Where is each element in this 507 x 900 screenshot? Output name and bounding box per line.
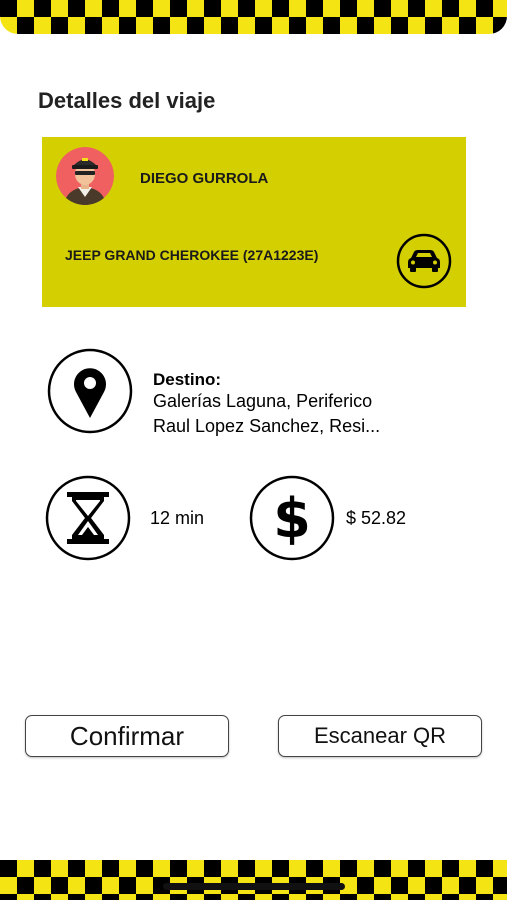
scan-qr-button[interactable]: Escanear QR — [278, 715, 482, 757]
checkered-footer-banner — [0, 860, 507, 900]
page-title: Detalles del viaje — [38, 88, 216, 113]
confirm-button[interactable]: Confirmar — [25, 715, 229, 757]
location-pin-icon — [47, 348, 133, 434]
dollar-icon: $ — [249, 475, 335, 561]
hourglass-icon — [45, 475, 131, 561]
trip-duration: 12 min — [150, 508, 205, 528]
home-indicator[interactable] — [163, 883, 345, 890]
svg-text:$: $ — [273, 487, 311, 550]
driver-card: DIEGO GURROLA JEEP GRAND CHEROKEE (27A12… — [42, 137, 466, 307]
vehicle-info: JEEP GRAND CHEROKEE (27A1223E) — [65, 247, 319, 263]
car-icon — [396, 233, 452, 289]
driver-avatar — [56, 147, 114, 205]
destination-address-line-1: Galerías Laguna, Periferico — [153, 391, 373, 411]
trip-price: $ 52.82 — [346, 508, 407, 528]
checkered-header-banner — [0, 0, 507, 34]
destination-address-line-2: Raul Lopez Sanchez, Resi... — [153, 416, 381, 436]
destination-label: Destino: — [153, 370, 221, 389]
driver-name: DIEGO GURROLA — [140, 170, 269, 187]
